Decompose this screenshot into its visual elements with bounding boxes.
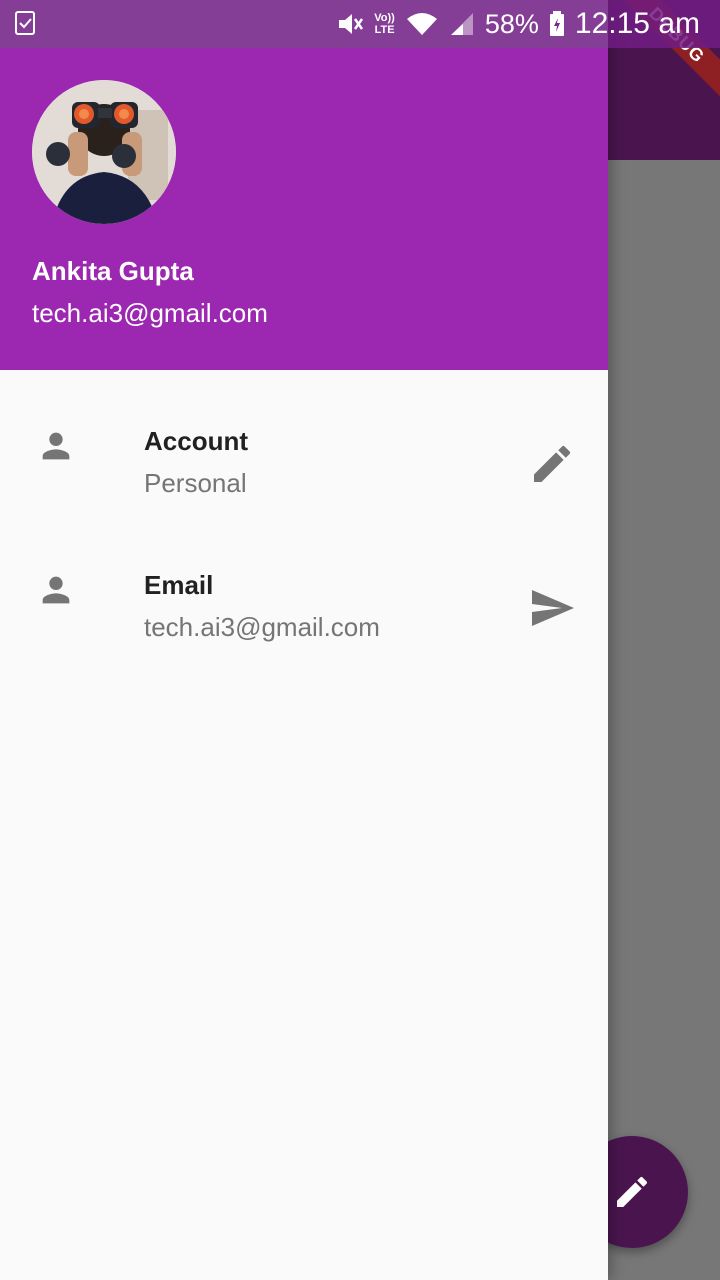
edit-icon <box>617 1176 648 1207</box>
task-check-icon <box>15 11 35 35</box>
status-bar: Vo)) LTE 58% 12:15 am <box>0 0 720 48</box>
list-item-subtitle: Personal <box>144 468 247 498</box>
lte-label: LTE <box>374 24 395 36</box>
person-icon <box>42 576 70 604</box>
account-name: Ankita Gupta <box>32 256 194 286</box>
list-item-subtitle: tech.ai3@gmail.com <box>144 612 380 642</box>
list-item-title: Account <box>144 426 248 456</box>
battery-icon <box>549 11 564 36</box>
volte-label: Vo)) <box>374 12 395 24</box>
drawer-header: Ankita Gupta tech.ai3@gmail.com <box>0 48 608 370</box>
account-email: tech.ai3@gmail.com <box>32 298 268 328</box>
mute-icon <box>339 14 364 34</box>
clock: 12:15 am <box>574 7 700 40</box>
volte-lte-indicator: Vo)) LTE <box>374 12 395 36</box>
navigation-drawer: Ankita Gupta tech.ai3@gmail.com Account … <box>0 0 608 1280</box>
list-item-title: Email <box>144 570 214 600</box>
person-icon <box>42 432 70 460</box>
wifi-icon <box>406 13 437 35</box>
list-item-account[interactable]: Account Personal <box>0 404 608 544</box>
battery-percent: 58% <box>484 8 539 39</box>
signal-icon <box>450 13 473 35</box>
avatar[interactable] <box>32 80 176 224</box>
profile-photo <box>32 80 176 224</box>
list-item-email[interactable]: Email tech.ai3@gmail.com <box>0 548 608 688</box>
edit-icon[interactable] <box>528 440 576 488</box>
send-icon[interactable] <box>528 584 576 632</box>
